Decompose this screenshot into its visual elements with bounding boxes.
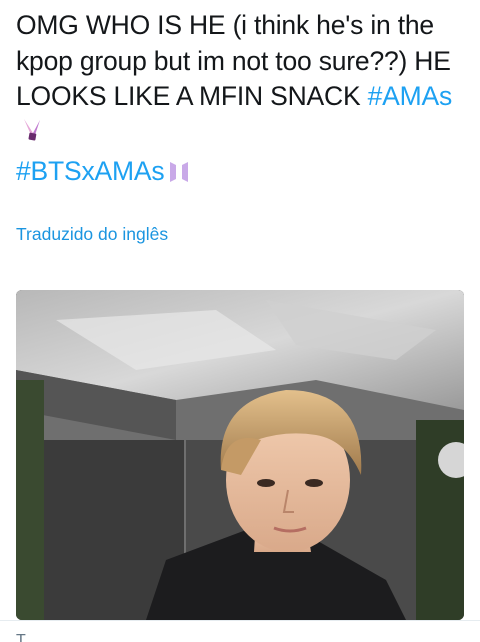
hashtag-amas[interactable]: #AMAs (368, 81, 453, 111)
translated-from-english-link[interactable]: Traduzido do inglês (16, 224, 168, 245)
bts-logo-icon (168, 158, 190, 194)
hashtag-btsxamas[interactable]: #BTSxAMAs (16, 156, 165, 186)
ribbon-award-icon (20, 117, 44, 155)
tweet-photo[interactable] (16, 290, 464, 620)
tweet-card: OMG WHO IS HE (i think he's in the kpop … (0, 0, 480, 642)
divider (0, 620, 480, 621)
tweet-text: OMG WHO IS HE (i think he's in the kpop … (16, 8, 476, 194)
cutoff-text: T . . . . (16, 632, 152, 642)
